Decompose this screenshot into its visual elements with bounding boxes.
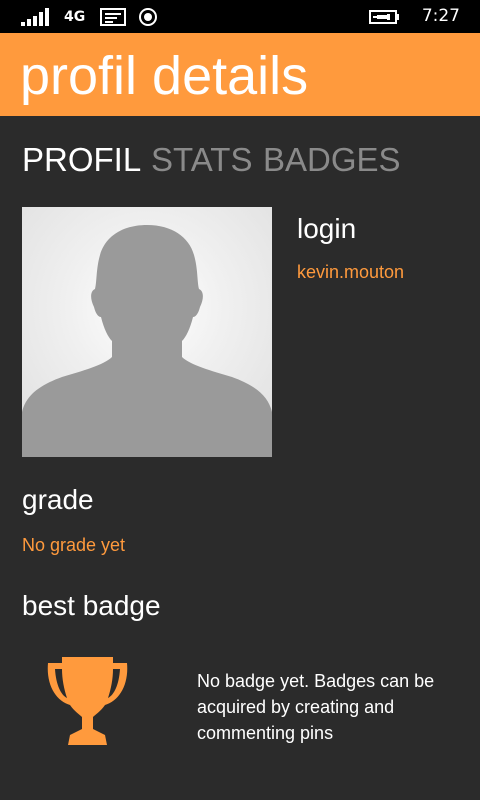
avatar <box>22 207 272 457</box>
signal-icon <box>21 8 49 26</box>
page-title: profil details <box>20 46 309 106</box>
battery-charging-icon <box>369 10 399 24</box>
trophy-icon <box>47 657 128 745</box>
best-badge-label: best badge <box>22 590 161 621</box>
status-bar: 4G 7:27 <box>0 0 480 33</box>
person-silhouette-icon <box>22 225 272 457</box>
location-icon <box>139 8 157 26</box>
network-type-label: 4G <box>64 9 86 25</box>
grade-value: No grade yet <box>22 535 126 555</box>
badge-description: No badge yet. Badges can be acquired by … <box>197 671 435 743</box>
grade-label: grade <box>22 484 94 515</box>
message-icon <box>100 8 126 26</box>
login-value: kevin.mouton <box>297 262 405 282</box>
clock-time: 7:27 <box>421 6 460 26</box>
page-header: profil details <box>0 33 480 116</box>
tab-stats[interactable]: STATS <box>151 138 252 182</box>
tab-profil[interactable]: PROFIL <box>22 138 141 182</box>
login-label: login <box>297 213 357 244</box>
tab-badges[interactable]: BADGES <box>263 138 401 182</box>
